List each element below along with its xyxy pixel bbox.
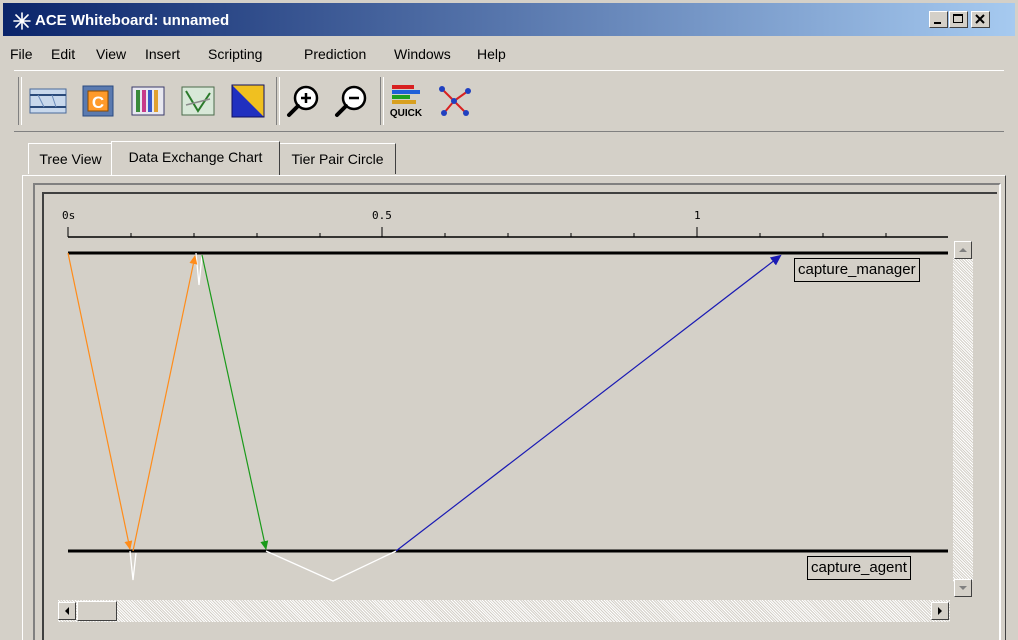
axis-tick-label-0.5: 0.5 <box>372 209 392 222</box>
arrow-right-icon <box>938 607 942 615</box>
message-arrow-green-down <box>201 254 269 550</box>
scroll-right-button[interactable] <box>931 602 949 620</box>
scroll-up-button[interactable] <box>954 241 972 259</box>
horizontal-scrollbar-track[interactable] <box>58 600 950 622</box>
message-arrow-blue-up <box>395 254 782 552</box>
message-arrow-orange-up <box>132 255 198 552</box>
processing-trace-agent-2 <box>265 550 397 582</box>
processing-trace-agent-1 <box>129 550 137 581</box>
scroll-left-button[interactable] <box>58 602 76 620</box>
axis-tick-label-1: 1 <box>694 209 701 222</box>
vertical-scrollbar-track[interactable] <box>953 258 973 582</box>
processing-trace-manager <box>195 252 203 286</box>
tier-label-capture-agent[interactable]: capture_agent <box>807 556 911 580</box>
arrow-down-icon <box>959 586 967 590</box>
data-exchange-chart: 0s 0.5 1 <box>62 209 948 582</box>
scroll-down-button[interactable] <box>954 579 972 597</box>
tab-data-exchange-chart[interactable]: Data Exchange Chart <box>111 141 280 175</box>
arrow-left-icon <box>65 607 69 615</box>
time-axis-ticks <box>67 227 887 237</box>
axis-tick-label-0: 0s <box>62 209 75 222</box>
message-arrow-orange-down <box>67 252 133 550</box>
tier-label-capture-manager[interactable]: capture_manager <box>794 258 920 282</box>
horizontal-scroll-thumb[interactable] <box>77 601 117 621</box>
app-window: ACE Whiteboard: unnamed File Edit View I… <box>0 0 1018 640</box>
arrow-up-icon <box>959 248 967 252</box>
